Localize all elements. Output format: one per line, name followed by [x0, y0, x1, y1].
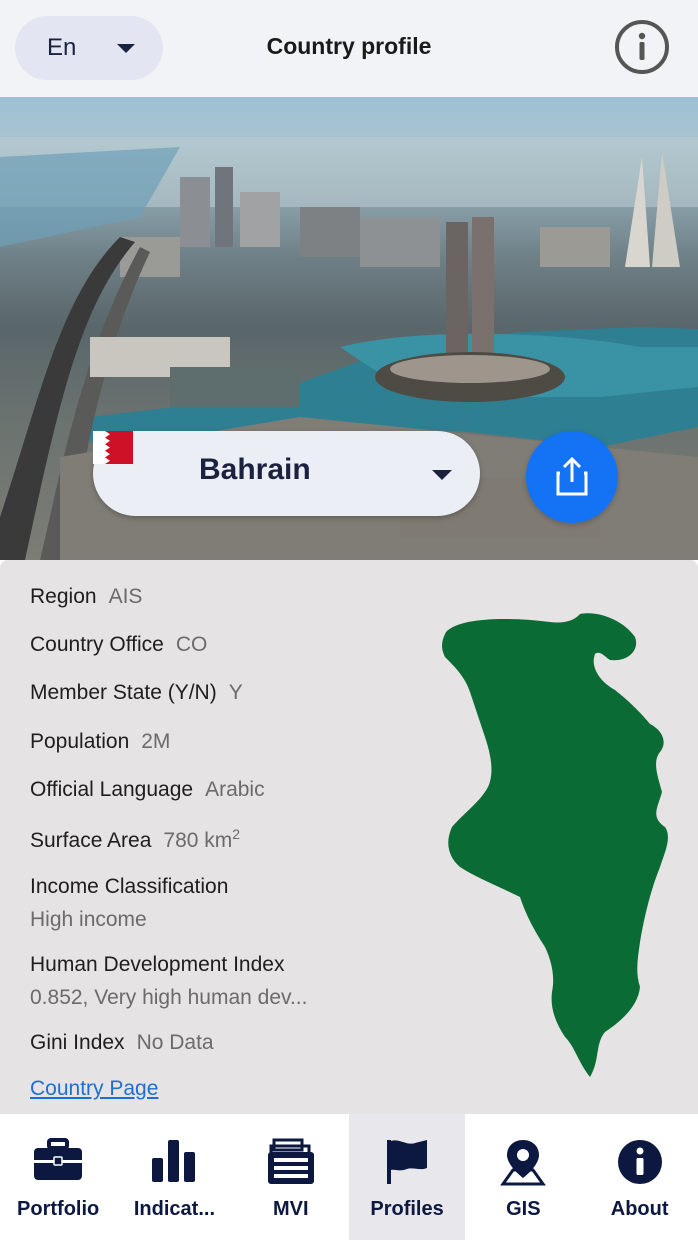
country-office-value: CO	[175, 633, 208, 656]
surface-area-row: Surface Area 780 km2	[30, 826, 240, 853]
map-pin-icon	[500, 1140, 547, 1186]
population-value: 2M	[141, 730, 171, 753]
nav-item-gis[interactable]: GIS	[465, 1114, 581, 1240]
nav-label-indicators: Indicat...	[133, 1198, 215, 1220]
member-state-value: Y	[228, 681, 243, 704]
country-page-link[interactable]: Country Page	[30, 1077, 158, 1101]
nav-label-portfolio: Portfolio	[17, 1198, 100, 1220]
income-value: High income	[30, 908, 147, 931]
country-office-row: Country Office CO	[30, 633, 207, 657]
file-cabinet-icon	[267, 1138, 314, 1184]
surface-area-label: Surface Area	[30, 829, 152, 852]
member-state-row: Member State (Y/N) Y	[30, 681, 243, 705]
hdi-value: 0.852, Very high human dev...	[30, 986, 308, 1009]
share-icon	[556, 457, 588, 496]
surface-area-value: 780 km2	[163, 826, 241, 852]
population-row: Population 2M	[30, 730, 170, 754]
share-button[interactable]	[526, 431, 618, 523]
flag-icon	[387, 1140, 428, 1184]
briefcase-icon	[34, 1138, 83, 1180]
hdi-row: Human Development Index	[30, 953, 284, 977]
surface-area-number: 780 km	[163, 829, 233, 852]
region-label: Region	[30, 585, 97, 608]
country-name: Bahrain	[199, 453, 311, 486]
country-map-icon	[442, 613, 668, 1077]
bar-chart-icon	[152, 1140, 196, 1182]
region-value: AIS	[108, 585, 143, 608]
official-language-row: Official Language Arabic	[30, 778, 265, 802]
official-language-value: Arabic	[205, 778, 265, 801]
region-row: Region AIS	[30, 585, 142, 609]
income-row: Income Classification	[30, 875, 228, 899]
bottom-navigation: Portfolio Indicat... MVI Profiles GIS Ab…	[0, 1114, 698, 1240]
gini-label: Gini Index	[30, 1031, 125, 1054]
nav-label-about: About	[610, 1198, 669, 1220]
population-label: Population	[30, 730, 130, 753]
official-language-label: Official Language	[30, 778, 194, 801]
surface-area-unit-superscript: 2	[232, 826, 241, 842]
country-office-label: Country Office	[30, 633, 164, 656]
nav-label-gis: GIS	[506, 1198, 541, 1220]
hdi-label: Human Development Index	[30, 953, 285, 976]
info-icon	[617, 1140, 662, 1184]
page-title: Country profile	[266, 33, 432, 59]
gini-value: No Data	[136, 1031, 214, 1054]
nav-item-about[interactable]: About	[581, 1114, 697, 1240]
member-state-label: Member State (Y/N)	[30, 681, 217, 704]
nav-label-mvi: MVI	[272, 1198, 309, 1220]
nav-item-indicators[interactable]: Indicat...	[116, 1114, 232, 1240]
country-selector[interactable]: Bahrain	[93, 431, 480, 516]
income-label: Income Classification	[30, 875, 229, 898]
country-details-panel: Region AIS Country Office CO Member State …	[0, 560, 698, 1114]
nav-item-mvi[interactable]: MVI	[233, 1114, 349, 1240]
nav-item-portfolio[interactable]: Portfolio	[0, 1114, 116, 1240]
info-button[interactable]	[614, 19, 670, 75]
bahrain-flag-icon	[93, 431, 133, 464]
info-circle-icon	[615, 20, 669, 74]
app-header: En Country profile	[0, 0, 698, 97]
gini-row: Gini Index No Data	[30, 1031, 214, 1055]
nav-label-profiles: Profiles	[370, 1198, 444, 1220]
chevron-down-icon	[432, 470, 452, 480]
country-hero-image: Bahrain	[0, 97, 698, 560]
nav-item-profiles[interactable]: Profiles	[348, 1114, 466, 1240]
